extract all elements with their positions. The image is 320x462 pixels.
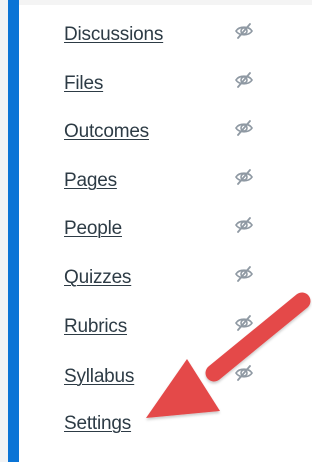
syllabus-link[interactable]: Syllabus	[64, 367, 134, 387]
navigation-item-discussions: Discussions	[64, 17, 274, 51]
eye-slash-icon[interactable]	[234, 315, 254, 331]
active-navigation-accent-bar	[8, 0, 19, 462]
navigation-item-settings: Settings	[64, 406, 274, 440]
people-link[interactable]: People	[64, 219, 122, 239]
navigation-item-files: Files	[64, 66, 274, 100]
discussions-link[interactable]: Discussions	[64, 25, 163, 45]
course-navigation-screen: Discussions Files Outcomes Pages People …	[0, 0, 312, 462]
eye-slash-icon[interactable]	[234, 365, 254, 381]
eye-slash-icon[interactable]	[234, 23, 254, 39]
navigation-item-pages: Pages	[64, 163, 274, 197]
course-navigation-list: Discussions Files Outcomes Pages People …	[64, 0, 312, 462]
outcomes-link[interactable]: Outcomes	[64, 122, 149, 142]
eye-slash-icon[interactable]	[234, 266, 254, 282]
quizzes-link[interactable]: Quizzes	[64, 268, 131, 288]
settings-link[interactable]: Settings	[64, 414, 131, 434]
navigation-item-rubrics: Rubrics	[64, 309, 274, 343]
files-link[interactable]: Files	[64, 74, 103, 94]
navigation-item-people: People	[64, 211, 274, 245]
navigation-item-syllabus: Syllabus	[64, 359, 274, 393]
navigation-item-outcomes: Outcomes	[64, 114, 274, 148]
rubrics-link[interactable]: Rubrics	[64, 317, 127, 337]
eye-slash-icon[interactable]	[234, 169, 254, 185]
eye-slash-icon[interactable]	[234, 72, 254, 88]
navigation-item-quizzes: Quizzes	[64, 260, 274, 294]
eye-slash-icon[interactable]	[234, 217, 254, 233]
left-gutter	[0, 0, 8, 462]
eye-slash-icon[interactable]	[234, 120, 254, 136]
pages-link[interactable]: Pages	[64, 171, 117, 191]
